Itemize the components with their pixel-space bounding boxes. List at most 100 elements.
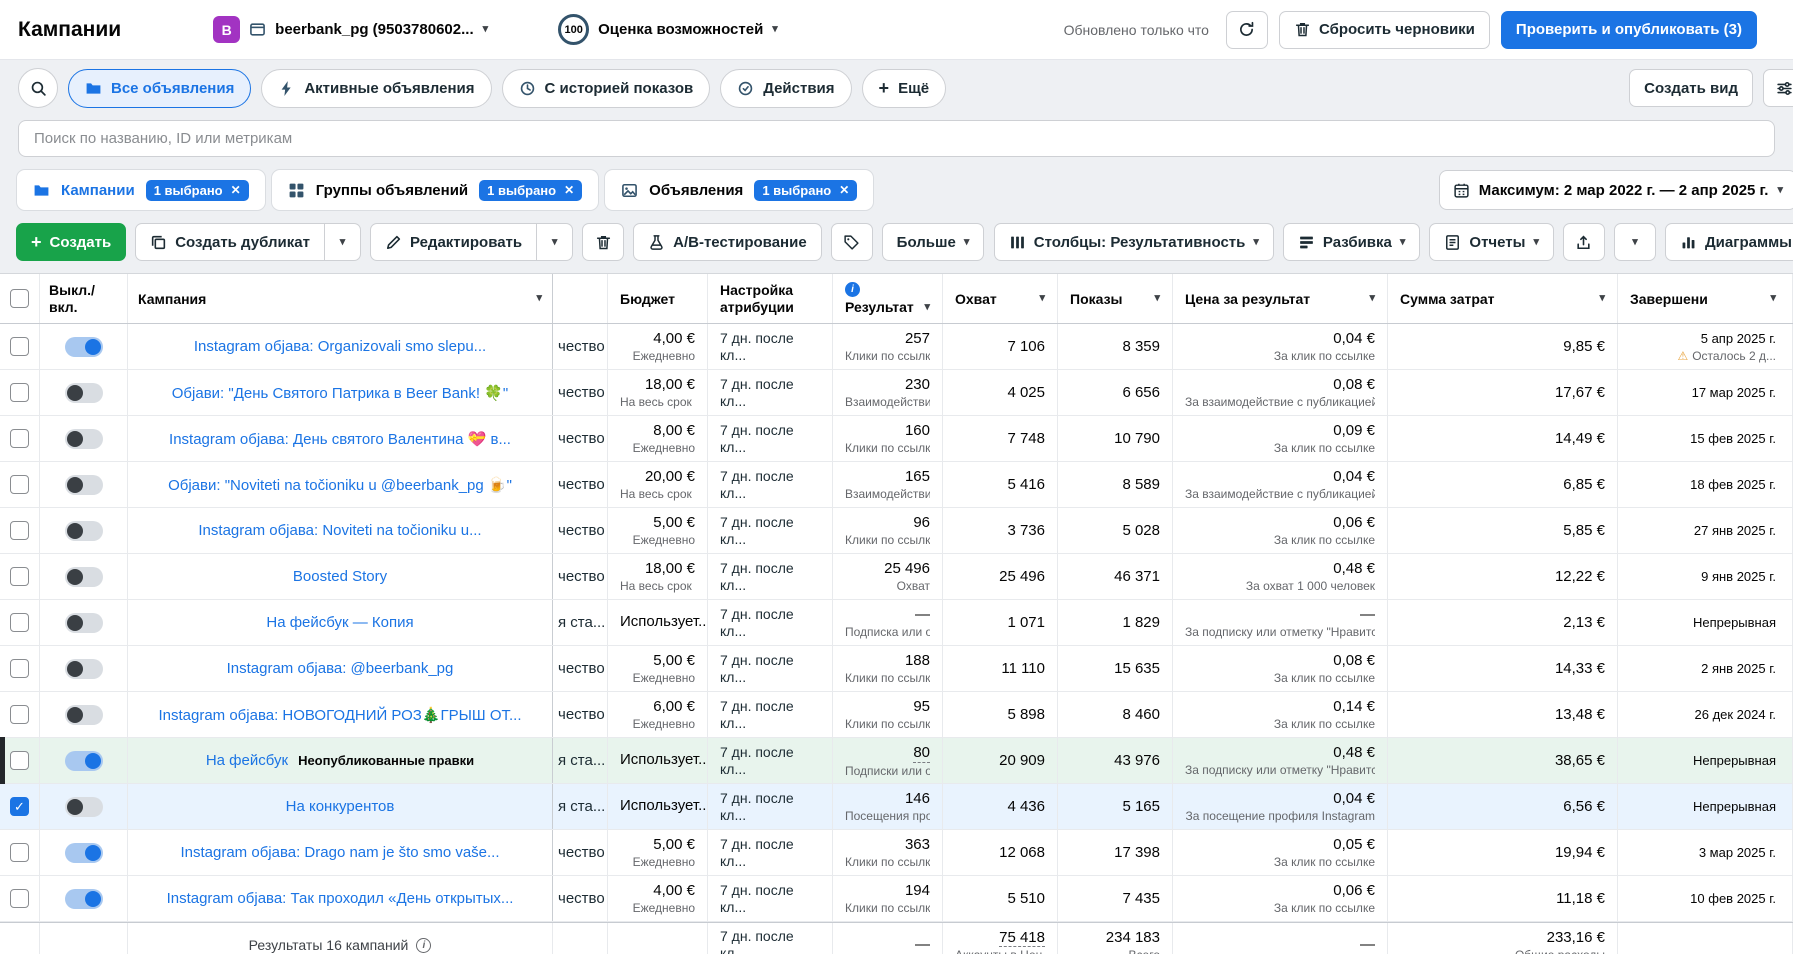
sort-caret-icon[interactable]: ▾ xyxy=(1599,293,1605,304)
row-toggle[interactable] xyxy=(65,383,103,403)
close-icon[interactable]: ✕ xyxy=(839,184,849,196)
table-row[interactable]: Instagram објава: НОВОГОДНИЙ РОЗ🎄ГРЫШ ОТ… xyxy=(0,692,1793,738)
export-button[interactable] xyxy=(1563,223,1605,261)
filter-active-ads[interactable]: Активные объявления xyxy=(261,69,491,108)
delete-button[interactable] xyxy=(582,223,624,261)
row-checkbox[interactable] xyxy=(10,337,29,356)
row-checkbox[interactable] xyxy=(10,659,29,678)
search-input[interactable] xyxy=(18,120,1775,157)
info-icon[interactable]: i xyxy=(845,282,860,297)
account-switcher[interactable]: B beerbank_pg (9503780602... ▾ xyxy=(213,16,488,43)
row-toggle[interactable] xyxy=(65,751,103,771)
row-toggle[interactable] xyxy=(65,797,103,817)
date-range-picker[interactable]: Максимум: 2 мар 2022 г. — 2 апр 2025 г. … xyxy=(1439,170,1793,210)
table-row[interactable]: Boosted Story чество 18,00 € На весь сро… xyxy=(0,554,1793,600)
campaign-name-link[interactable]: Instagram објава: День святого Валентина… xyxy=(169,430,511,448)
select-all-checkbox[interactable] xyxy=(10,289,29,308)
row-toggle[interactable] xyxy=(65,843,103,863)
campaign-name-link[interactable]: Instagram објава: Drago nam je što smo v… xyxy=(180,844,499,861)
breakdown-button[interactable]: Разбивка ▾ xyxy=(1283,223,1421,261)
tab-ads[interactable]: Объявления 1 выбрано ✕ xyxy=(604,169,874,211)
row-checkbox[interactable] xyxy=(10,475,29,494)
sort-caret-icon[interactable]: ▾ xyxy=(924,302,930,313)
table-row[interactable]: Instagram објава: Noviteti na točioniku … xyxy=(0,508,1793,554)
row-checkbox[interactable] xyxy=(10,705,29,724)
sort-caret-icon[interactable]: ▾ xyxy=(1039,293,1045,304)
campaign-name-link[interactable]: На фейсбук — Копия xyxy=(266,614,413,631)
sort-caret-icon[interactable]: ▾ xyxy=(1770,293,1776,304)
row-checkbox[interactable] xyxy=(10,751,29,770)
selected-count-badge[interactable]: 1 выбрано ✕ xyxy=(479,180,582,201)
table-row[interactable]: На фейсбук Неопубликованные правки я ста… xyxy=(0,738,1793,784)
sort-caret-icon[interactable]: ▾ xyxy=(1369,293,1375,304)
campaign-name-link[interactable]: Објави: "Noviteti na točioniku u @beerba… xyxy=(168,476,512,494)
row-checkbox[interactable] xyxy=(10,429,29,448)
discard-drafts-button[interactable]: Сбросить черновики xyxy=(1279,11,1490,49)
row-checkbox[interactable] xyxy=(10,889,29,908)
header-reach[interactable]: Охват ▾ xyxy=(943,274,1058,323)
table-row[interactable]: Објави: "День Святого Патрика в Beer Ban… xyxy=(0,370,1793,416)
row-checkbox[interactable] xyxy=(10,567,29,586)
reports-button[interactable]: Отчеты ▾ xyxy=(1429,223,1554,261)
row-checkbox[interactable] xyxy=(10,843,29,862)
review-publish-button[interactable]: Проверить и опубликовать (3) xyxy=(1501,11,1757,49)
campaign-name-link[interactable]: На конкурентов xyxy=(286,798,395,815)
header-campaign[interactable]: Кампания ▾ xyxy=(128,274,553,323)
table-row[interactable]: Instagram објава: Organizovali smo slepu… xyxy=(0,324,1793,370)
row-toggle[interactable] xyxy=(65,521,103,541)
table-row[interactable]: Instagram објава: @beerbank_pg чество 5,… xyxy=(0,646,1793,692)
row-toggle[interactable] xyxy=(65,889,103,909)
duplicate-button[interactable]: Создать дубликат xyxy=(135,223,325,261)
close-icon[interactable]: ✕ xyxy=(231,184,241,196)
sort-caret-icon[interactable]: ▾ xyxy=(1154,293,1160,304)
header-impressions[interactable]: Показы ▾ xyxy=(1058,274,1173,323)
opportunity-score[interactable]: 100 Оценка возможностей ▾ xyxy=(558,14,778,45)
export-menu-button[interactable]: ▾ xyxy=(1614,223,1656,261)
row-toggle[interactable] xyxy=(65,475,103,495)
header-result[interactable]: i Результат ▾ xyxy=(833,274,943,323)
header-amount-spent[interactable]: Сумма затрат ▾ xyxy=(1388,274,1618,323)
campaign-name-link[interactable]: Instagram објава: Так проходил «День отк… xyxy=(167,890,514,907)
search-button[interactable] xyxy=(18,68,58,108)
info-icon[interactable]: i xyxy=(416,938,431,953)
row-toggle[interactable] xyxy=(65,567,103,587)
filter-all-ads[interactable]: Все объявления xyxy=(68,69,251,108)
campaign-name-link[interactable]: Instagram објава: Organizovali smo slepu… xyxy=(194,338,486,355)
filter-had-delivery[interactable]: С историей показов xyxy=(502,69,711,108)
tab-adsets[interactable]: Группы объявлений 1 выбрано ✕ xyxy=(271,169,599,211)
close-icon[interactable]: ✕ xyxy=(564,184,574,196)
row-checkbox[interactable] xyxy=(10,383,29,402)
campaign-name-link[interactable]: Instagram објава: НОВОГОДНИЙ РОЗ🎄ГРЫШ ОТ… xyxy=(158,706,521,724)
edit-button[interactable]: Редактировать xyxy=(370,223,537,261)
selected-count-badge[interactable]: 1 выбрано ✕ xyxy=(146,180,249,201)
tag-button[interactable] xyxy=(831,223,873,261)
campaign-name-link[interactable]: На фейсбук xyxy=(206,752,288,769)
filter-more[interactable]: + Ещё xyxy=(862,69,947,108)
header-budget[interactable]: Бюджет xyxy=(608,274,708,323)
sort-caret-icon[interactable]: ▾ xyxy=(536,293,542,304)
table-row[interactable]: Instagram објава: Drago nam je što smo v… xyxy=(0,830,1793,876)
selected-count-badge[interactable]: 1 выбрано ✕ xyxy=(754,180,857,201)
create-button[interactable]: + Создать xyxy=(16,223,126,261)
table-row[interactable]: Instagram објава: День святого Валентина… xyxy=(0,416,1793,462)
campaign-name-link[interactable]: Instagram објава: @beerbank_pg xyxy=(227,660,454,677)
table-row[interactable]: Објави: "Noviteti na točioniku u @beerba… xyxy=(0,462,1793,508)
table-row[interactable]: На конкурентов я ста... Использует... 7 … xyxy=(0,784,1793,830)
edit-menu-button[interactable]: ▾ xyxy=(537,223,573,261)
header-attribution[interactable]: Настройка атрибуции xyxy=(708,274,833,323)
campaign-name-link[interactable]: Објави: "День Святого Патрика в Beer Ban… xyxy=(172,384,508,402)
row-toggle[interactable] xyxy=(65,659,103,679)
create-view-button[interactable]: Создать вид xyxy=(1629,69,1753,107)
row-checkbox[interactable] xyxy=(10,797,29,816)
campaign-name-link[interactable]: Boosted Story xyxy=(293,568,387,585)
refresh-button[interactable] xyxy=(1226,11,1268,49)
row-toggle[interactable] xyxy=(65,613,103,633)
header-end-date[interactable]: Завершени ▾ xyxy=(1618,274,1793,323)
row-toggle[interactable] xyxy=(65,429,103,449)
row-checkbox[interactable] xyxy=(10,613,29,632)
row-toggle[interactable] xyxy=(65,337,103,357)
columns-button[interactable]: Столбцы: Результативность ▾ xyxy=(994,223,1274,261)
campaign-name-link[interactable]: Instagram објава: Noviteti na točioniku … xyxy=(198,522,481,539)
header-cost-per-result[interactable]: Цена за результат ▾ xyxy=(1173,274,1388,323)
row-checkbox[interactable] xyxy=(10,521,29,540)
